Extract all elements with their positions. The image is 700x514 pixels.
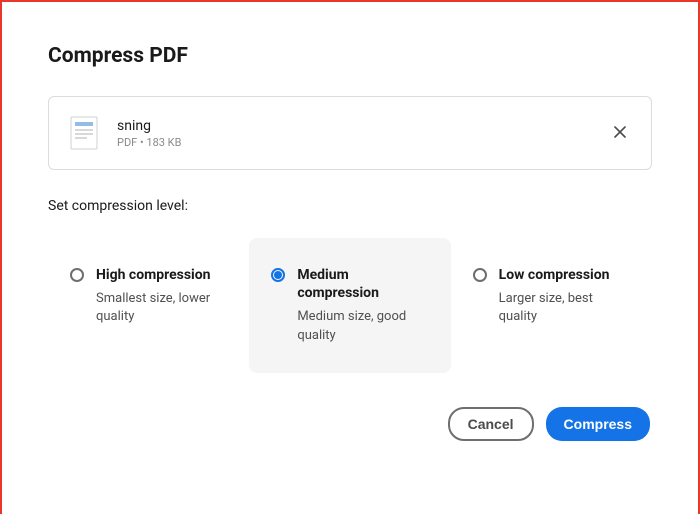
option-desc: Larger size, best quality xyxy=(499,290,630,326)
compression-options: High compression Smallest size, lower qu… xyxy=(48,238,652,373)
option-text: High compression Smallest size, lower qu… xyxy=(96,266,227,327)
dialog-title: Compress PDF xyxy=(48,44,652,68)
radio-icon xyxy=(271,268,285,282)
compress-button[interactable]: Compress xyxy=(546,407,650,441)
file-name: sning xyxy=(117,118,591,134)
option-high-compression[interactable]: High compression Smallest size, lower qu… xyxy=(48,238,249,373)
close-icon xyxy=(613,125,627,142)
option-title: Low compression xyxy=(499,266,630,284)
radio-icon xyxy=(70,268,84,282)
file-info: sning PDF • 183 KB xyxy=(117,118,591,149)
dialog-actions: Cancel Compress xyxy=(48,407,652,441)
file-meta: PDF • 183 KB xyxy=(117,136,591,149)
file-thumbnail-icon xyxy=(69,115,99,151)
option-text: Low compression Larger size, best qualit… xyxy=(499,266,630,327)
cancel-button[interactable]: Cancel xyxy=(448,407,534,441)
option-desc: Smallest size, lower quality xyxy=(96,290,227,326)
remove-file-button[interactable] xyxy=(609,121,631,146)
section-label: Set compression level: xyxy=(48,198,652,214)
option-title: Medium compression xyxy=(297,266,428,302)
option-desc: Medium size, good quality xyxy=(297,308,428,344)
radio-icon xyxy=(473,268,487,282)
option-medium-compression[interactable]: Medium compression Medium size, good qua… xyxy=(249,238,450,373)
option-title: High compression xyxy=(96,266,227,284)
option-low-compression[interactable]: Low compression Larger size, best qualit… xyxy=(451,238,652,373)
compress-pdf-dialog: Compress PDF sning PDF • 183 KB Set xyxy=(0,0,700,461)
option-text: Medium compression Medium size, good qua… xyxy=(297,266,428,345)
file-card: sning PDF • 183 KB xyxy=(48,96,652,170)
